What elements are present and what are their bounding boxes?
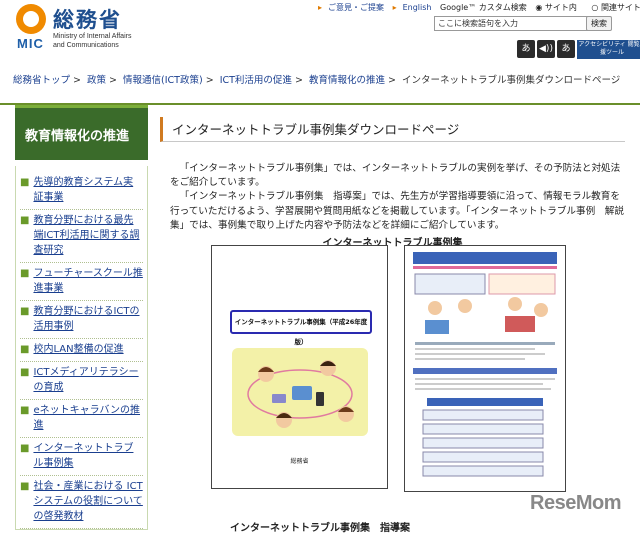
bullet-icon: ■ [20,215,30,226]
bullet-icon: ■ [20,306,30,317]
sidebar-heading: 教育情報化の推進 [15,105,148,160]
breadcrumb: 総務省トップ > 政策 > 情報通信(ICT政策) > ICT利活用の促進 > 教育情報… [13,75,621,86]
speaker-icon[interactable]: ◀)) [537,40,555,58]
bullet-icon: ■ [20,367,30,378]
logo-english: Ministry of Internal Affairs and Communi… [53,33,132,49]
sidebar-item-saisentan[interactable]: ■ 教育分野における最先端ICT利活用に関する調査研究 [20,210,143,263]
logo-mic-text[interactable]: MIC [17,36,44,51]
people-network-icon [247,360,354,428]
breadcrumb-item[interactable]: 政策 [87,75,106,86]
search-button[interactable]: 検索 [586,16,612,31]
site-header: MIC 総務省 Ministry of Internal Affairs and… [0,0,640,68]
sidebar-item-trouble[interactable]: ■ インターネットトラブル事例集 [20,438,143,476]
related-scope-radio[interactable]: ○ 関連サイト [591,3,640,12]
text-size-icon[interactable]: あ [557,40,575,58]
bullet-icon: ■ [20,405,30,416]
sidebar-item-lan[interactable]: ■ 校内LAN整備の促進 [20,339,143,362]
paragraph: 「インターネットトラブル事例集 指導案」では、先生方が学習指導要領に沿って、情報… [170,191,624,231]
site-scope-radio[interactable]: ◉ サイト内 [535,3,583,12]
accessibility-buttons: あ ◀)) あ アクセシビリティ 閲覧支援ツール [517,40,640,59]
cover-illustration [232,348,368,436]
sidebar-item-senkou[interactable]: ■ 先導的教育システム実証事業 [20,172,143,210]
casebook-cover-thumbnail[interactable]: インターネットトラブル事例集（平成26年度版） 総務省 [211,245,388,489]
cover-title: インターネットトラブル事例集（平成26年度版） [230,310,372,346]
mic-logo-icon[interactable] [16,4,46,34]
description: 「インターネットトラブル事例集」では、インターネットトラブルの実例を挙げ、その予… [160,162,625,233]
breadcrumb-current: インターネットトラブル事例集ダウンロードページ [401,75,621,86]
sidebar-item-literacy[interactable]: ■ ICTメディアリテラシーの育成 [20,362,143,400]
bullet-icon: ■ [20,481,30,492]
breadcrumb-item[interactable]: 総務省トップ [13,75,70,86]
bullet-icon: ■ [20,344,30,355]
sidebar-item-ict-cases[interactable]: ■ 教育分野におけるICTの活用事例 [20,301,143,339]
cover-publisher: 総務省 [290,458,309,465]
search-input[interactable]: ここに検索語句を入力 [434,16,588,31]
resemom-watermark: ReseMom [530,492,621,514]
sidebar-item-caravan[interactable]: ■ eネットキャラバンの推進 [20,400,143,438]
document-page-icon [413,252,557,477]
breadcrumb-item[interactable]: ICT利活用の促進 [220,75,292,86]
page-title: インターネットトラブル事例集ダウンロードページ [160,117,625,142]
paragraph: 「インターネットトラブル事例集」では、インターネットトラブルの実例を挙げ、その予… [170,163,621,189]
sidebar-list: ■ 先導的教育システム実証事業 ■ 教育分野における最先端ICT利活用に関する調査研… [15,166,148,530]
sidebar-item-future-school[interactable]: ■ フューチャースクール推進事業 [20,263,143,301]
top-links: ▸ ご意見・ご提案 ▸ English Google™ カスタム検索 ◉ サイト内 … [318,2,640,13]
feedback-link[interactable]: ▸ ご意見・ご提案 [318,3,384,12]
sidebar: 教育情報化の推進 ■ 先導的教育システム実証事業 ■ 教育分野における最先端ICT利… [15,105,148,530]
casebook-page-thumbnail[interactable] [404,245,566,492]
breadcrumb-item[interactable]: 情報通信(ICT政策) [123,75,203,86]
logo-title[interactable]: 総務省 [53,4,122,34]
footer-caption: インターネットトラブル事例集 指導案 [230,523,410,534]
breadcrumb-item[interactable]: 教育情報化の推進 [309,75,385,86]
google-search-label: Google™ カスタム検索 [440,3,527,12]
bullet-icon: ■ [20,268,30,279]
bullet-icon: ■ [20,443,30,454]
english-link[interactable]: ▸ English [393,3,432,12]
accessibility-tool-button[interactable]: アクセシビリティ 閲覧支援ツール [577,40,640,59]
furigana-icon[interactable]: あ [517,40,535,58]
bullet-icon: ■ [20,177,30,188]
main-content: インターネットトラブル事例集ダウンロードページ 「インターネットトラブル事例集」… [160,117,625,492]
